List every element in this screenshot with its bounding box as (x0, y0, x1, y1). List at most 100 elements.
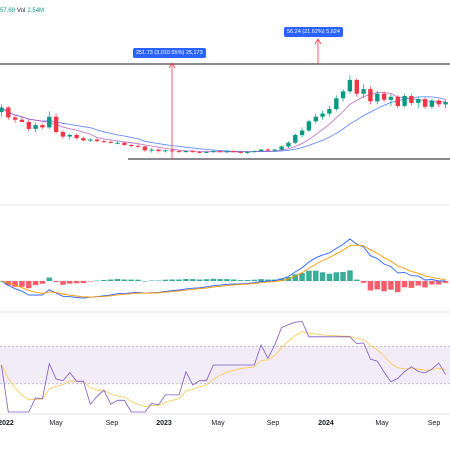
measure-tag-left: 251.73 (3,010.55%) 25,173 (133, 48, 206, 58)
macd-histogram-bar (80, 281, 87, 283)
x-label-2023: 2023 (156, 420, 172, 427)
candle-body (101, 141, 107, 143)
macd-histogram-bar (237, 280, 244, 281)
macd-histogram-bar (39, 281, 46, 284)
price-fragment: 57.69 (0, 8, 16, 14)
macd-histogram-bar (142, 281, 148, 282)
macd-histogram-bar (155, 280, 162, 281)
macd-histogram-bar (210, 278, 216, 281)
candle-body (272, 149, 277, 151)
candle-body (265, 149, 271, 151)
x-label-sep-2022: Sep (105, 420, 119, 427)
macd-histogram-bar (231, 279, 237, 281)
candle-body (313, 116, 318, 122)
candle-body (340, 91, 346, 99)
candle-body (142, 146, 148, 151)
macd-histogram-bar (53, 281, 59, 283)
macd-histogram-bar (196, 279, 203, 281)
candle-body (40, 125, 45, 128)
candle-body (299, 130, 305, 136)
ma-line-fast (1, 92, 446, 153)
macd-histogram-bar (169, 279, 175, 281)
candle-body (88, 139, 93, 141)
macd-histogram-bar (217, 279, 223, 281)
candle-body (183, 151, 189, 153)
candle-body (245, 151, 250, 153)
candle-body (94, 139, 100, 142)
x-label-2024: 2024 (318, 420, 334, 427)
macd-histogram-bar (108, 279, 114, 281)
macd-histogram-bar (333, 272, 339, 281)
measure-tag-right: 56.24 (21.62%) 5,624 (284, 27, 343, 37)
macd-histogram-bar (87, 281, 93, 282)
macd-histogram-bar (422, 281, 428, 288)
ma-line-slow (1, 96, 446, 152)
volume-label: Vol (17, 8, 26, 14)
candle-body (258, 149, 264, 152)
macd-histogram-bar (306, 270, 312, 281)
candle-body (231, 151, 236, 153)
candle-body (327, 109, 332, 114)
macd-histogram-bar (347, 270, 353, 281)
candle-body (135, 145, 141, 147)
candle-body (0, 107, 4, 113)
candle-body (402, 96, 407, 106)
macd-histogram-bar (299, 273, 305, 281)
candle-body (252, 151, 257, 153)
candle-body (416, 99, 421, 103)
candle-body (217, 151, 223, 153)
x-label-may-2023: May (211, 420, 225, 427)
x-label-may-2024: May (375, 420, 389, 427)
candle-body (26, 122, 31, 129)
macd-histogram-bar (46, 277, 52, 281)
candle-body (422, 99, 428, 107)
macd-histogram-bar (135, 279, 141, 281)
candle-body (395, 96, 400, 106)
candle-body (354, 79, 359, 94)
macd-histogram-bar (19, 281, 25, 287)
candle-body (108, 141, 113, 143)
macd-histogram-bar (183, 279, 189, 281)
volume-value: 2.54M (27, 8, 45, 14)
macd-histogram-bar (60, 281, 66, 285)
candle-body (81, 138, 86, 141)
candle-body (334, 98, 339, 109)
candle-body (67, 135, 72, 137)
macd-histogram-bar (67, 281, 73, 284)
macd-histogram-bar (436, 281, 442, 285)
candle-body (197, 151, 202, 153)
chart-svg (0, 38, 450, 415)
macd-histogram-bar (149, 280, 155, 281)
x-label-sep-2024: Sep (427, 420, 441, 427)
candle-body (33, 125, 38, 129)
macd-histogram-bar (176, 279, 182, 281)
macd-histogram-bar (408, 281, 415, 288)
candle-body (149, 149, 154, 151)
candle-body (429, 100, 435, 107)
x-label-may-2022: May (49, 420, 63, 427)
candle-body (19, 119, 25, 122)
macd-histogram-bar (114, 279, 121, 281)
macd-histogram-bar (244, 280, 251, 281)
candle-body (409, 96, 414, 103)
candle-body (306, 121, 312, 131)
macd-histogram-bar (73, 281, 80, 284)
candle-body (60, 132, 66, 137)
macd-histogram-bar (354, 279, 360, 281)
macd-histogram-bar (121, 279, 128, 281)
x-label-2022: 2022 (0, 420, 14, 427)
candle-body (12, 117, 18, 120)
candle-body (361, 89, 366, 94)
macd-histogram-bar (415, 281, 421, 286)
macd-histogram-bar (190, 279, 196, 281)
macd-histogram-bar (401, 281, 408, 288)
candle-body (163, 150, 168, 152)
chart-stage: 57.69 Vol 2.54M 251.73 (3,010.55%) 25,173 … (0, 0, 450, 450)
candle-body (156, 149, 161, 152)
macd-histogram-bar (374, 281, 380, 290)
macd-histogram-bar (326, 273, 333, 281)
macd-histogram-bar (162, 279, 169, 281)
macd-histogram-bar (360, 281, 367, 283)
macd-histogram-bar (128, 279, 134, 281)
candle-body (293, 135, 298, 143)
